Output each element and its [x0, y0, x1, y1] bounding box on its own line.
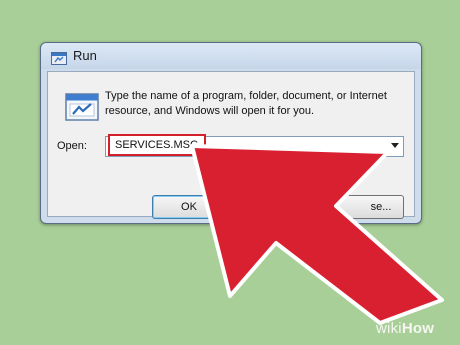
- wikihow-watermark: wikiHow: [376, 320, 434, 337]
- browse-button[interactable]: se...: [324, 195, 404, 219]
- title-bar[interactable]: Run: [41, 43, 421, 69]
- browse-button-label: se...: [370, 201, 392, 213]
- stage: Run Type the name of a program, folder, …: [0, 0, 460, 345]
- run-program-icon: [65, 92, 99, 122]
- window-title: Run: [73, 48, 97, 63]
- open-label: Open:: [57, 140, 87, 152]
- dialog-body: Type the name of a program, folder, docu…: [47, 71, 415, 219]
- run-instructions: Type the name of a program, folder, docu…: [105, 90, 387, 117]
- run-icon: [51, 50, 67, 65]
- watermark-suffix: How: [401, 320, 435, 337]
- ok-button[interactable]: OK: [152, 195, 226, 219]
- dropdown-arrow-icon[interactable]: [391, 143, 399, 148]
- open-combobox[interactable]: SERVICES.MSC: [105, 134, 404, 157]
- watermark-prefix: wiki: [376, 320, 402, 337]
- open-input-value[interactable]: SERVICES.MSC: [108, 134, 206, 156]
- cancel-button[interactable]: [238, 195, 312, 219]
- run-dialog: Run Type the name of a program, folder, …: [40, 42, 422, 224]
